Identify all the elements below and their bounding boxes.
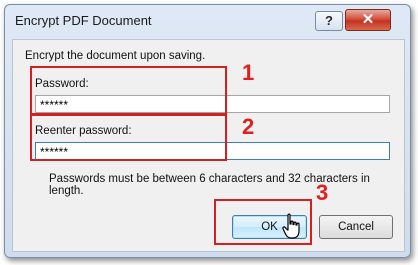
password-length-hint: Passwords must be between 6 characters a… [49,173,370,197]
dialog-title: Encrypt PDF Document [15,13,152,28]
close-button[interactable]: ✕ [345,9,391,31]
annotation-step-2: 2 [242,114,255,139]
intro-text: Encrypt the document upon saving. [25,50,206,62]
annotation-box-reenter [30,114,227,161]
annotation-step-3: 3 [316,180,329,205]
annotation-step-1: 1 [242,60,255,85]
pointer-hand-icon [282,213,300,239]
title-bar[interactable]: Encrypt PDF Document ? ✕ [5,5,410,39]
cancel-button[interactable]: Cancel [319,215,393,239]
annotation-box-password [30,66,227,115]
help-button[interactable]: ? [315,11,343,31]
